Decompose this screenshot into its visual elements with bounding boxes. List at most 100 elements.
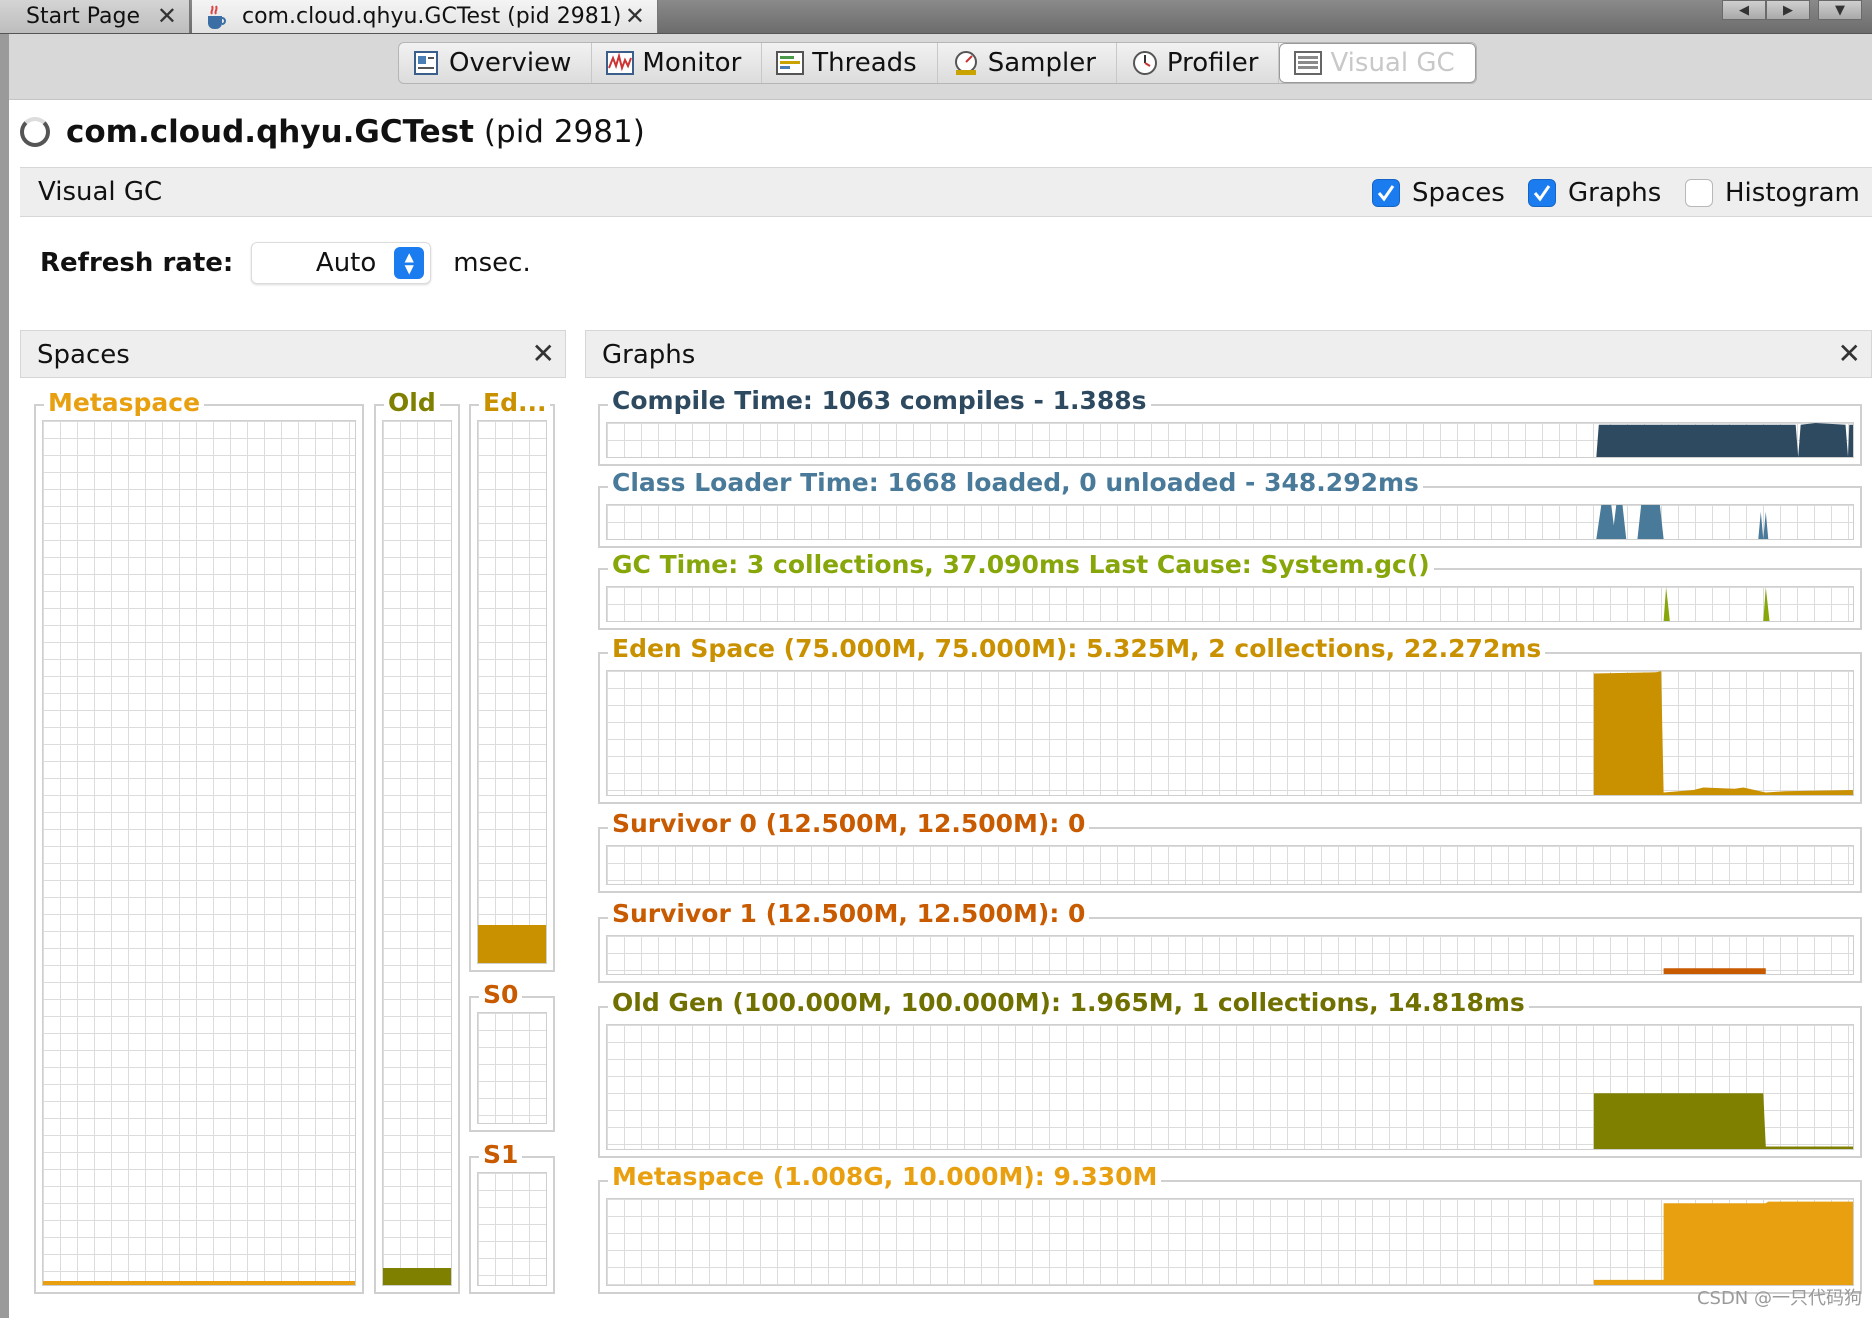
graphs-checkbox[interactable] — [1528, 179, 1556, 207]
tab-start-page[interactable]: Start Page ✕ — [0, 0, 190, 33]
close-icon[interactable]: ✕ — [1838, 337, 1861, 370]
space-eden-label: Ed... — [479, 388, 551, 417]
tab-profiler[interactable]: Profiler — [1117, 43, 1280, 83]
spaces-checkbox-label: Spaces — [1412, 178, 1505, 208]
graph-gc-time-plot — [1663, 587, 1770, 621]
document-tab-strip: Start Page ✕ com.cloud.qhyu.GCTest (pid … — [0, 0, 1872, 34]
class-loader-trace-1 — [1596, 505, 1627, 539]
graph-metaspace-area — [606, 1198, 1854, 1286]
spaces-checkbox[interactable] — [1372, 179, 1400, 207]
threads-icon — [776, 50, 805, 76]
watermark: CSDN @一只代码狗 — [1696, 1288, 1862, 1309]
refresh-unit: msec. — [453, 248, 531, 278]
tab-monitor-label: Monitor — [642, 48, 742, 78]
tab-visual-gc-label: Visual GC — [1330, 48, 1455, 78]
process-header: com.cloud.qhyu.GCTest (pid 2981) — [20, 110, 645, 154]
eden-space-trace — [1593, 671, 1853, 795]
graph-class-loader-area — [606, 504, 1854, 540]
close-icon[interactable]: ✕ — [532, 337, 555, 370]
graph-survivor-0: Survivor 0 (12.500M, 12.500M): 0 — [598, 809, 1862, 893]
space-metaspace-label: Metaspace — [44, 388, 205, 417]
graph-eden-space-plot — [1593, 671, 1853, 795]
tab-application[interactable]: com.cloud.qhyu.GCTest (pid 2981) ✕ — [192, 0, 658, 33]
graph-old-gen-label: Old Gen (100.000M, 100.000M): 1.965M, 1 … — [608, 988, 1529, 1017]
graph-old-gen-plot — [1593, 1093, 1853, 1149]
tab-profiler-label: Profiler — [1166, 48, 1259, 78]
visual-gc-bar: Visual GC Spaces Graphs Histogram — [20, 167, 1872, 217]
graph-eden-space-area — [606, 670, 1854, 796]
graphs-checkbox-label: Graphs — [1568, 178, 1662, 208]
graph-compile-time-label: Compile Time: 1063 compiles - 1.388s — [608, 386, 1151, 415]
graph-class-loader-label: Class Loader Time: 1668 loaded, 0 unload… — [608, 468, 1423, 497]
tab-monitor[interactable]: Monitor — [592, 43, 763, 83]
survivor-1-trace — [1663, 968, 1766, 974]
profiler-icon — [1131, 50, 1159, 76]
histogram-checkbox[interactable] — [1685, 179, 1713, 207]
spaces-panel-header: Spaces ✕ — [20, 330, 566, 378]
space-old-fill — [383, 1267, 451, 1285]
graph-old-gen: Old Gen (100.000M, 100.000M): 1.965M, 1 … — [598, 988, 1862, 1158]
gc-time-trace-2 — [1763, 587, 1770, 621]
graphs-checkbox-row[interactable]: Graphs — [1528, 178, 1661, 208]
monitor-icon — [606, 50, 635, 76]
space-old-grid — [382, 420, 452, 1286]
histogram-checkbox-row[interactable]: Histogram — [1685, 178, 1860, 208]
close-icon[interactable]: ✕ — [157, 2, 177, 30]
chevron-updown-icon[interactable]: ▲ ▼ — [394, 247, 425, 279]
graph-survivor-1-plot — [1663, 968, 1766, 974]
space-metaspace-fill — [43, 1281, 355, 1285]
sampler-icon — [952, 50, 980, 76]
graph-survivor-0-label: Survivor 0 (12.500M, 12.500M): 0 — [608, 809, 1090, 838]
compile-time-trace — [1596, 423, 1853, 457]
metaspace-trace — [1593, 1201, 1853, 1285]
space-old: Old — [374, 388, 460, 1294]
view-tabs: Overview Monitor Threads Sampler Profile… — [398, 42, 1477, 84]
graph-compile-time-area — [606, 422, 1854, 458]
graph-class-loader: Class Loader Time: 1668 loaded, 0 unload… — [598, 468, 1862, 548]
old-gen-trace — [1593, 1093, 1853, 1149]
refresh-rate-label: Refresh rate: — [40, 248, 234, 278]
graph-compile-time: Compile Time: 1063 compiles - 1.388s — [598, 386, 1862, 466]
graph-gc-time-label: GC Time: 3 collections, 37.090ms Last Ca… — [608, 550, 1434, 579]
process-name: com.cloud.qhyu.GCTest — [66, 114, 474, 150]
visual-gc-icon — [1294, 50, 1323, 76]
tab-navigation: ◀ ▶ ▼ — [1722, 0, 1862, 22]
scroll-right-icon[interactable]: ▶ — [1766, 0, 1810, 20]
space-s0: S0 — [469, 980, 555, 1132]
space-s1-label: S1 — [479, 1140, 523, 1169]
graph-survivor-1: Survivor 1 (12.500M, 12.500M): 0 — [598, 899, 1862, 983]
refresh-row: Refresh rate: Auto ▲ ▼ msec. — [40, 242, 531, 284]
refresh-rate-select[interactable]: Auto ▲ ▼ — [251, 242, 432, 284]
graph-class-loader-plot — [1596, 505, 1769, 539]
space-metaspace: Metaspace — [34, 388, 364, 1294]
graph-survivor-1-label: Survivor 1 (12.500M, 12.500M): 0 — [608, 899, 1090, 928]
tab-overview-label: Overview — [449, 48, 572, 78]
tab-start-label: Start Page — [26, 4, 140, 29]
histogram-checkbox-label: Histogram — [1725, 178, 1860, 208]
spaces-panel-title: Spaces — [37, 340, 130, 370]
graph-old-gen-area — [606, 1024, 1854, 1150]
refresh-rate-value: Auto — [315, 248, 377, 278]
graph-survivor-0-area — [606, 845, 1854, 885]
tab-visual-gc[interactable]: Visual GC — [1279, 43, 1476, 83]
tab-overview[interactable]: Overview — [399, 43, 593, 83]
graph-metaspace: Metaspace (1.008G, 10.000M): 9.330M — [598, 1162, 1862, 1294]
tab-sampler[interactable]: Sampler — [938, 43, 1117, 83]
space-s1-grid — [477, 1172, 547, 1286]
overview-icon — [413, 50, 441, 76]
java-cup-icon — [202, 4, 232, 30]
close-icon[interactable]: ✕ — [625, 2, 645, 30]
graph-survivor-1-area — [606, 935, 1854, 975]
graph-compile-time-plot — [1596, 423, 1853, 457]
scroll-left-icon[interactable]: ◀ — [1722, 0, 1766, 20]
graph-eden-space: Eden Space (75.000M, 75.000M): 5.325M, 2… — [598, 634, 1862, 804]
space-eden-grid — [477, 420, 547, 964]
tab-list-icon[interactable]: ▼ — [1818, 0, 1862, 20]
spaces-checkbox-row[interactable]: Spaces — [1372, 178, 1505, 208]
left-gutter — [0, 34, 9, 1318]
space-metaspace-grid — [42, 420, 356, 1286]
tab-threads-label: Threads — [812, 48, 917, 78]
class-loader-trace-2 — [1637, 505, 1664, 539]
tab-threads[interactable]: Threads — [762, 43, 938, 83]
tab-sampler-label: Sampler — [987, 48, 1096, 78]
